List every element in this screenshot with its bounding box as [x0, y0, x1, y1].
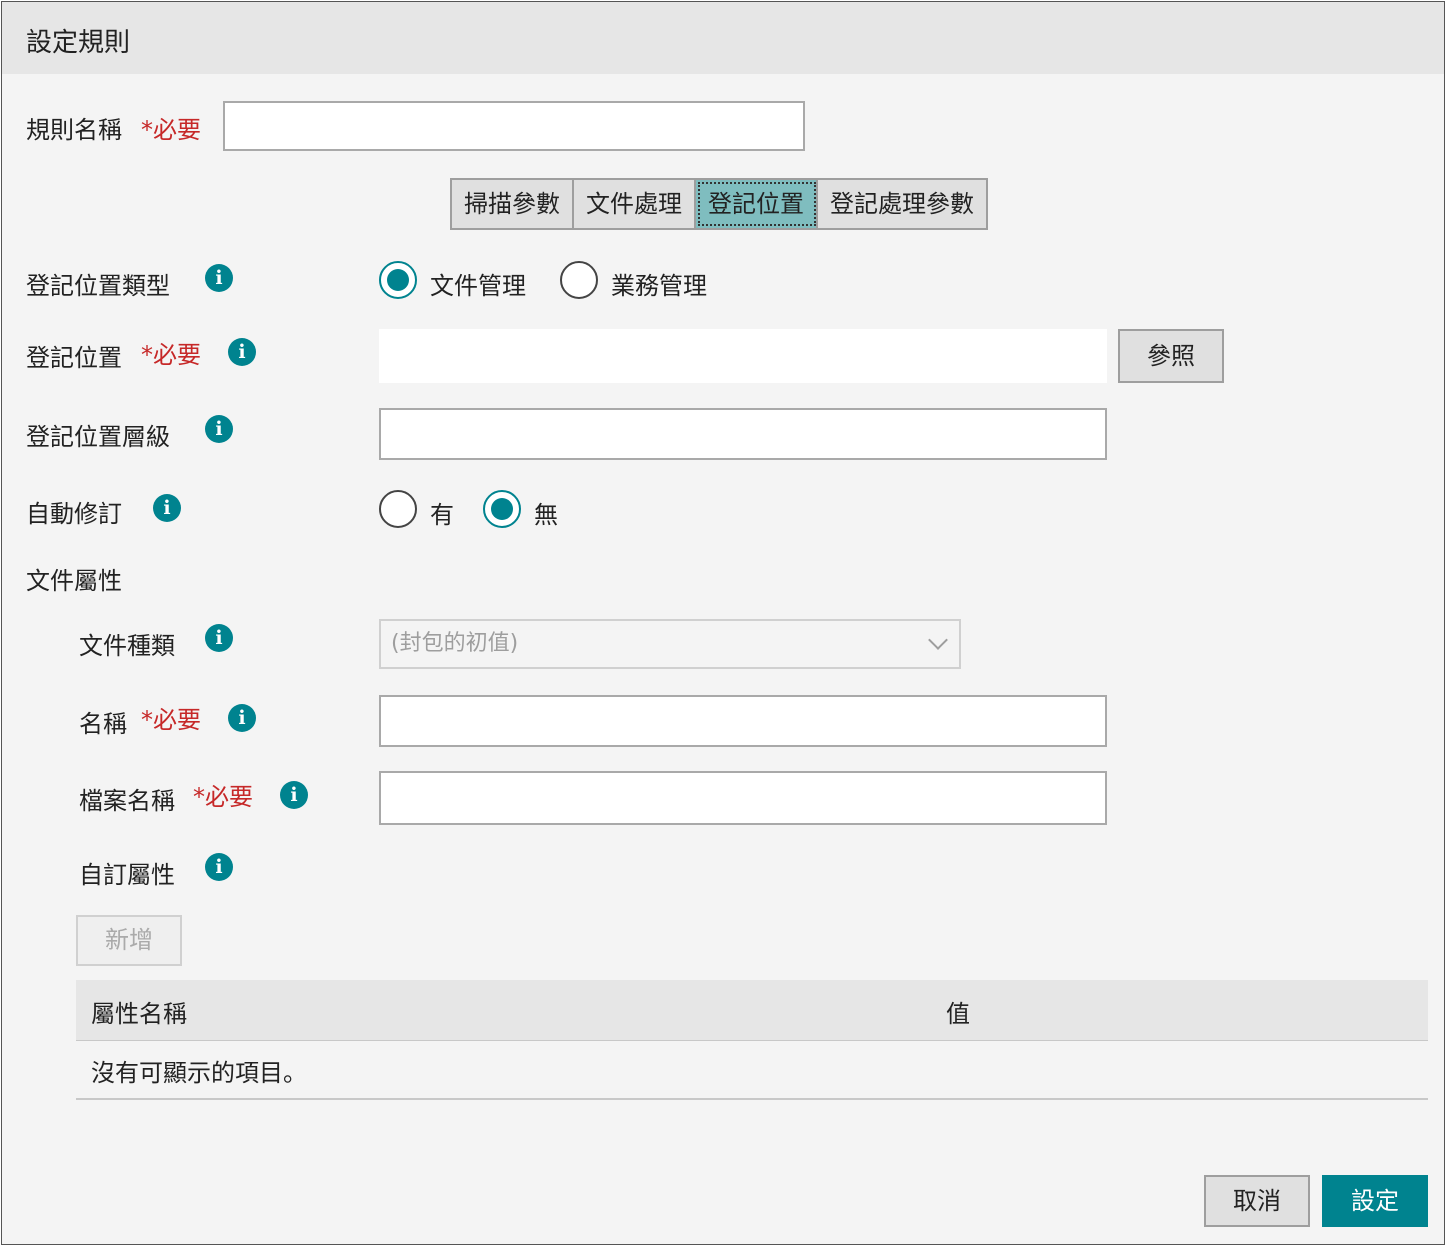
- required-mark: *必要: [141, 116, 201, 144]
- info-icon[interactable]: i: [153, 494, 181, 522]
- required-mark: *必要: [141, 341, 201, 369]
- radio-business-management-label: 業務管理: [611, 272, 707, 300]
- rule-name-label: 規則名稱: [26, 116, 122, 144]
- set-rule-dialog: 設定規則 規則名稱 *必要 掃描參數 文件處理 登記位置 登記處理參數 登記位置…: [1, 1, 1445, 1245]
- required-mark: *必要: [193, 783, 253, 811]
- file-name-label: 檔案名稱: [79, 787, 175, 815]
- location-input[interactable]: [379, 329, 1107, 383]
- radio-document-management-label: 文件管理: [430, 272, 526, 300]
- doc-type-label: 文件種類: [79, 632, 175, 660]
- ok-button[interactable]: 設定: [1322, 1175, 1428, 1227]
- column-value: 值: [946, 1000, 970, 1028]
- attribute-table-header: 屬性名稱 值: [76, 980, 1428, 1041]
- required-mark: *必要: [141, 706, 201, 734]
- auto-revision-label: 自動修訂: [26, 500, 122, 528]
- chevron-down-icon: [928, 630, 948, 650]
- location-type-label: 登記位置類型: [26, 272, 170, 300]
- add-attribute-button[interactable]: 新增: [76, 915, 182, 966]
- doc-type-value: (封包的初值): [391, 631, 519, 656]
- rule-name-input[interactable]: [223, 101, 805, 151]
- info-icon[interactable]: i: [205, 853, 233, 881]
- browse-button[interactable]: 參照: [1118, 329, 1224, 383]
- info-icon[interactable]: i: [205, 415, 233, 443]
- location-level-label: 登記位置層級: [26, 423, 170, 451]
- cancel-button[interactable]: 取消: [1204, 1175, 1310, 1227]
- radio-revision-yes-label: 有: [430, 501, 454, 529]
- title-bar: 設定規則: [2, 2, 1444, 74]
- custom-attr-label: 自訂屬性: [79, 861, 175, 889]
- info-icon[interactable]: i: [280, 781, 308, 809]
- info-icon[interactable]: i: [228, 338, 256, 366]
- tab-registration-params[interactable]: 登記處理參數: [818, 180, 986, 228]
- name-label: 名稱: [79, 710, 127, 738]
- table-row: 沒有可顯示的項目。: [76, 1040, 1428, 1100]
- tab-scan-params[interactable]: 掃描參數: [452, 180, 574, 228]
- file-name-input[interactable]: [379, 771, 1107, 825]
- location-label: 登記位置: [26, 344, 122, 372]
- info-icon[interactable]: i: [228, 704, 256, 732]
- doc-type-select[interactable]: (封包的初值): [379, 619, 961, 669]
- radio-document-management[interactable]: [379, 261, 417, 299]
- dialog-title: 設定規則: [26, 28, 131, 58]
- location-level-input[interactable]: [379, 408, 1107, 460]
- tab-document-processing[interactable]: 文件處理: [574, 180, 696, 228]
- doc-attributes-heading: 文件屬性: [26, 567, 122, 595]
- radio-revision-no-label: 無: [534, 501, 558, 529]
- radio-business-management[interactable]: [560, 261, 598, 299]
- radio-revision-yes[interactable]: [379, 490, 417, 528]
- info-icon[interactable]: i: [205, 624, 233, 652]
- name-input[interactable]: [379, 695, 1107, 747]
- radio-revision-no[interactable]: [483, 490, 521, 528]
- column-attribute-name: 屬性名稱: [91, 1000, 187, 1028]
- tab-bar: 掃描參數 文件處理 登記位置 登記處理參數: [450, 178, 988, 230]
- tab-registration-location[interactable]: 登記位置: [696, 180, 818, 228]
- empty-message: 沒有可顯示的項目。: [91, 1059, 307, 1087]
- info-icon[interactable]: i: [205, 264, 233, 292]
